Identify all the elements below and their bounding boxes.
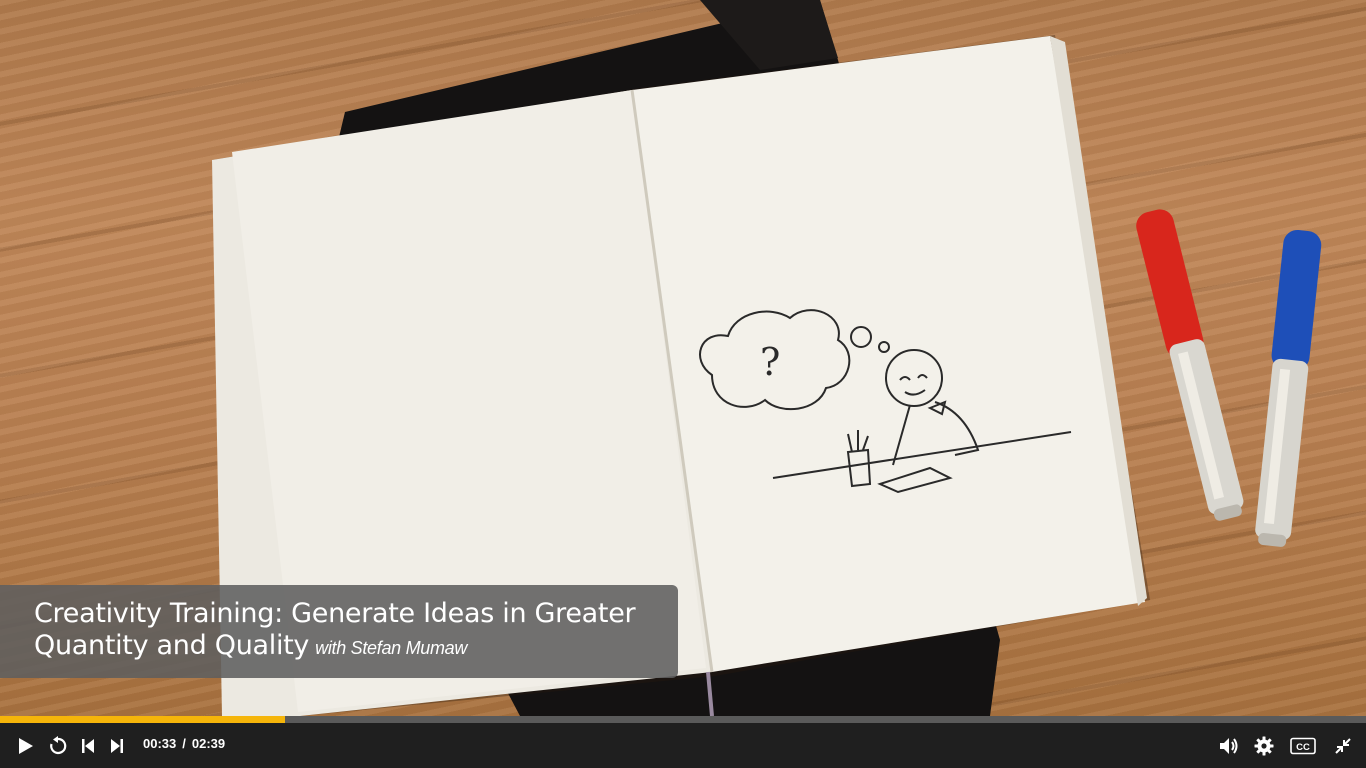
settings-button[interactable] <box>1249 723 1279 768</box>
next-icon <box>111 738 123 753</box>
captions-icon: CC <box>1290 737 1316 754</box>
duration: 02:39 <box>191 736 226 751</box>
control-bar: 00:33 / 02:39 CC <box>0 723 1366 768</box>
volume-icon <box>1220 737 1238 754</box>
video-frame[interactable]: ? Creativity Training: Generate Ideas in… <box>0 0 1366 716</box>
current-time: 00:33 <box>143 736 177 751</box>
play-icon <box>19 737 33 754</box>
next-button[interactable] <box>102 723 132 768</box>
course-title-card: Creativity Training: Generate Ideas in G… <box>0 585 678 678</box>
exit-fullscreen-button[interactable] <box>1328 723 1358 768</box>
progress-fill <box>0 716 286 723</box>
captions-label: CC <box>1296 742 1310 753</box>
time-separator: / <box>182 736 186 751</box>
previous-button[interactable] <box>73 723 103 768</box>
thought-question-mark: ? <box>760 340 780 384</box>
course-author: with Stefan Mumaw <box>315 638 468 658</box>
volume-button[interactable] <box>1214 723 1244 768</box>
play-button[interactable] <box>11 723 41 768</box>
replay-icon <box>50 735 67 754</box>
exit-fullscreen-icon <box>1335 737 1351 754</box>
time-readout: 00:33 / 02:39 <box>143 723 225 768</box>
replay-button[interactable] <box>43 723 73 768</box>
progress-bar[interactable] <box>0 716 1366 723</box>
previous-icon <box>82 738 94 753</box>
video-player: ? Creativity Training: Generate Ideas in… <box>0 0 1366 768</box>
course-title: Creativity Training: Generate Ideas in G… <box>34 598 658 664</box>
captions-button[interactable]: CC <box>1287 723 1319 768</box>
settings-icon <box>1254 736 1274 755</box>
